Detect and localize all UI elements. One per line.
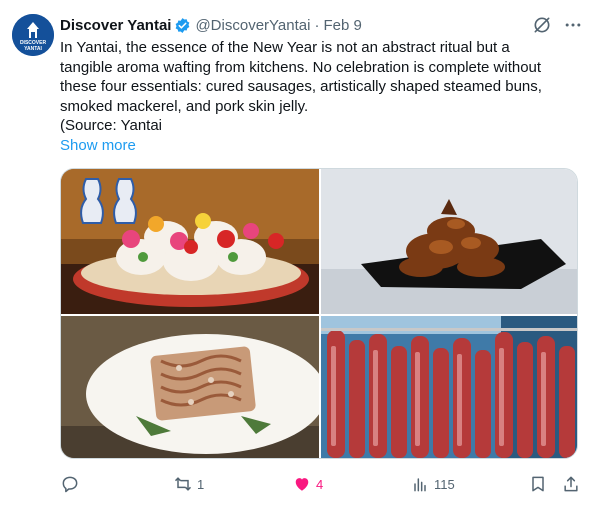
tweet-date[interactable]: Feb 9 [323, 17, 361, 34]
reply-icon [62, 476, 78, 493]
views-button[interactable]: 115 [410, 472, 455, 496]
retweet-button[interactable]: 1 [173, 472, 204, 496]
heart-icon [295, 478, 309, 491]
views-count: 115 [434, 476, 455, 492]
verified-badge-icon[interactable] [174, 17, 191, 34]
author-name[interactable]: Discover Yantai [60, 17, 171, 34]
discover-yantai-logo: DISCOVER YANTAI [12, 14, 54, 56]
like-button[interactable]: 4 [292, 472, 323, 496]
avatar[interactable]: DISCOVER YANTAI [12, 14, 54, 56]
grok-icon[interactable] [531, 14, 553, 36]
tweet-text: In Yantai, the essence of the New Year i… [60, 39, 542, 134]
action-bar: 1 4 115 [60, 472, 580, 496]
views-icon [414, 478, 426, 492]
share-button[interactable] [561, 472, 581, 496]
cured-sausages-image[interactable] [321, 316, 577, 458]
pork-skin-jelly-image[interactable] [61, 316, 319, 458]
author-handle[interactable]: @DiscoverYantai [195, 17, 310, 34]
like-count: 4 [316, 476, 324, 492]
bookmark-icon [532, 476, 544, 492]
share-icon [564, 476, 578, 492]
tweet-header: Discover Yantai @DiscoverYantai · Feb 9 [60, 15, 362, 35]
media-grid [60, 168, 578, 459]
more-icon[interactable] [562, 14, 584, 36]
logo-text-2: YANTAI [24, 46, 42, 52]
separator-dot: · [314, 16, 320, 34]
bookmark-button[interactable] [528, 472, 548, 496]
reply-button[interactable] [60, 472, 84, 496]
retweet-count: 1 [197, 476, 205, 492]
show-more-link[interactable]: Show more [60, 137, 136, 154]
steamed-buns-image[interactable] [61, 169, 319, 314]
smoked-mackerel-image[interactable] [321, 169, 577, 314]
retweet-icon [174, 477, 192, 491]
